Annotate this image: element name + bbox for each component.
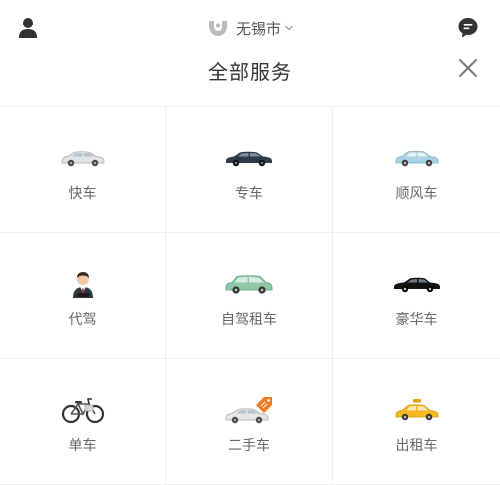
top-bar: 无锡市 xyxy=(0,0,500,56)
title-row: 全部服务 xyxy=(0,52,500,84)
service-bike[interactable]: 单车 xyxy=(0,359,166,485)
user-profile-button[interactable] xyxy=(16,16,40,40)
light-blue-car-icon xyxy=(392,143,442,173)
close-button[interactable] xyxy=(457,57,479,79)
service-label: 顺风车 xyxy=(395,185,438,201)
city-selector[interactable]: 无锡市 xyxy=(206,16,294,40)
page-title: 全部服务 xyxy=(208,62,292,84)
service-express[interactable]: 快车 xyxy=(0,107,166,233)
service-label: 快车 xyxy=(68,185,97,201)
service-car-rental[interactable]: 自驾租车 xyxy=(166,233,333,359)
dark-sedan-icon xyxy=(224,143,274,173)
green-suv-icon xyxy=(224,269,274,299)
driver-person-icon xyxy=(58,269,108,299)
black-luxury-car-icon xyxy=(392,269,442,299)
close-icon xyxy=(459,59,477,77)
service-label: 豪华车 xyxy=(395,311,438,327)
service-label: 出租车 xyxy=(395,437,438,453)
service-premier[interactable]: 专车 xyxy=(166,107,333,233)
service-label: 单车 xyxy=(68,437,97,453)
service-hitch[interactable]: 顺风车 xyxy=(333,107,500,233)
service-designated-driver[interactable]: 代驾 xyxy=(0,233,166,359)
service-label: 专车 xyxy=(235,185,263,201)
silver-sedan-icon xyxy=(58,143,108,173)
service-label: 二手车 xyxy=(228,437,270,453)
service-taxi[interactable]: 出租车 xyxy=(333,359,500,485)
yellow-taxi-icon xyxy=(392,395,442,425)
car-with-tag-icon xyxy=(224,395,274,425)
chevron-down-icon xyxy=(285,25,293,31)
bicycle-icon xyxy=(58,395,108,425)
didi-logo-icon xyxy=(209,21,227,36)
service-luxury[interactable]: 豪华车 xyxy=(333,233,500,359)
messages-button[interactable] xyxy=(456,16,480,40)
services-grid: 快车 专车 顺风车 代驾 自驾租车 豪华车 单车 二手车 出租车 xyxy=(0,106,500,485)
service-used-car[interactable]: 二手车 xyxy=(166,359,333,485)
service-label: 代驾 xyxy=(68,311,97,327)
city-name: 无锡市 xyxy=(236,20,282,38)
message-icon xyxy=(458,18,478,38)
person-icon xyxy=(19,18,37,38)
service-label: 自驾租车 xyxy=(221,311,277,327)
